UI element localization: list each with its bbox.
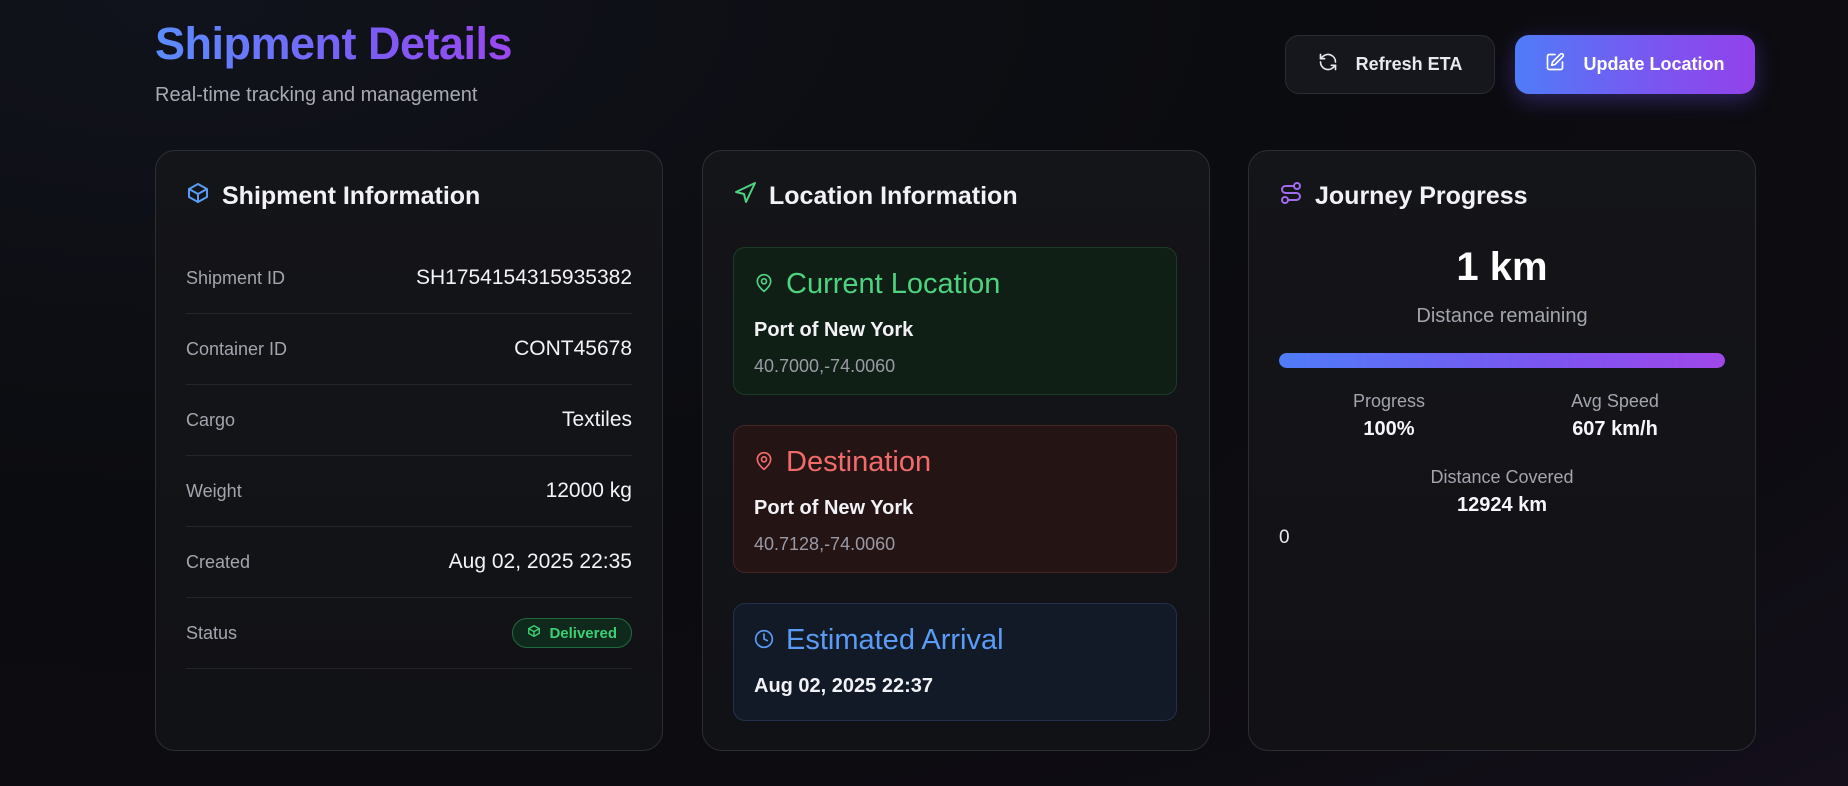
refresh-eta-button[interactable]: Refresh ETA [1285, 35, 1495, 94]
created-value: Aug 02, 2025 22:35 [448, 550, 632, 573]
status-row: Status Delivered [186, 598, 632, 669]
refresh-icon [1318, 52, 1338, 77]
progress-stat-label: Progress [1352, 391, 1426, 411]
current-location-heading: Current Location [754, 268, 1156, 301]
distance-remaining-value: 1 km [1456, 245, 1548, 289]
container-id-value: CONT45678 [514, 337, 632, 360]
update-location-label: Update Location [1583, 54, 1725, 74]
estimated-arrival-heading: Estimated Arrival [754, 624, 1156, 657]
page-header: Shipment Details Real-time tracking and … [155, 18, 1755, 118]
status-label: Status [186, 622, 238, 643]
shipment-id-value: SH1754154315935382 [415, 266, 632, 289]
cargo-value: Textiles [561, 408, 632, 431]
shipment-id-row: Shipment ID SH1754154315935382 [186, 243, 632, 314]
progress-stat: Progress 100% [1279, 391, 1499, 441]
edit-icon [1545, 52, 1565, 77]
destination-panel: Destination Port of New York 40.7128,-74… [733, 425, 1177, 573]
created-row: Created Aug 02, 2025 22:35 [186, 527, 632, 598]
progress-stat-value: 100% [1363, 418, 1415, 440]
location-information-card: Location Information Current Location Po… [702, 150, 1210, 751]
shipment-information-card: Shipment Information Shipment ID SH17541… [155, 150, 663, 751]
route-icon [1279, 181, 1303, 212]
weight-label: Weight [186, 480, 242, 501]
page-subtitle: Real-time tracking and management [155, 84, 478, 106]
estimated-arrival-title: Estimated Arrival [786, 624, 1004, 656]
estimated-arrival-panel: Estimated Arrival Aug 02, 2025 22:37 [733, 603, 1177, 721]
shipment-info-list: Shipment ID SH1754154315935382 Container… [186, 243, 632, 669]
stray-text: 0 [1279, 527, 1290, 548]
current-location-title: Current Location [786, 268, 1001, 300]
clock-icon [754, 624, 774, 657]
journey-progress-fill [1279, 353, 1725, 368]
journey-progress-bar [1279, 353, 1725, 368]
weight-row: Weight 12000 kg [186, 456, 632, 527]
page-title: Shipment Details [155, 18, 513, 69]
location-information-title: Location Information [769, 182, 1018, 210]
destination-name: Port of New York [754, 497, 914, 519]
created-label: Created [186, 551, 251, 572]
map-pin-icon [754, 446, 774, 479]
distance-covered-stat: Distance Covered 12924 km [1392, 467, 1612, 517]
journey-progress-heading: Journey Progress [1279, 181, 1528, 212]
destination-title: Destination [786, 446, 932, 478]
status-badge: Delivered [512, 618, 632, 648]
destination-heading: Destination [754, 446, 1156, 479]
location-information-heading: Location Information [733, 181, 1018, 212]
journey-progress-title: Journey Progress [1315, 182, 1528, 210]
status-badge-label: Delivered [549, 624, 617, 642]
distance-covered-value: 12924 km [1456, 494, 1548, 516]
distance-covered-label: Distance Covered [1430, 467, 1574, 487]
update-location-button[interactable]: Update Location [1515, 35, 1755, 94]
map-pin-icon [754, 268, 774, 301]
container-id-label: Container ID [186, 338, 288, 359]
navigation-icon [733, 181, 757, 212]
current-location-panel: Current Location Port of New York 40.700… [733, 247, 1177, 395]
cargo-label: Cargo [186, 409, 236, 430]
estimated-arrival-value: Aug 02, 2025 22:37 [754, 675, 933, 697]
box-icon [527, 624, 541, 642]
destination-coords: 40.7128,-74.0060 [754, 534, 896, 554]
cargo-row: Cargo Textiles [186, 385, 632, 456]
current-location-coords: 40.7000,-74.0060 [754, 356, 896, 376]
weight-value: 12000 kg [545, 479, 632, 502]
avg-speed-value: 607 km/h [1572, 418, 1658, 440]
current-location-name: Port of New York [754, 319, 914, 341]
box-icon [186, 181, 210, 212]
shipment-information-heading: Shipment Information [186, 181, 480, 212]
container-id-row: Container ID CONT45678 [186, 314, 632, 385]
avg-speed-label: Avg Speed [1571, 391, 1659, 411]
distance-remaining-label: Distance remaining [1416, 305, 1588, 327]
shipment-id-label: Shipment ID [186, 267, 286, 288]
avg-speed-stat: Avg Speed 607 km/h [1505, 391, 1725, 441]
journey-progress-card: Journey Progress 1 km Distance remaining… [1248, 150, 1756, 751]
shipment-information-title: Shipment Information [222, 182, 481, 210]
refresh-eta-label: Refresh ETA [1355, 54, 1463, 74]
